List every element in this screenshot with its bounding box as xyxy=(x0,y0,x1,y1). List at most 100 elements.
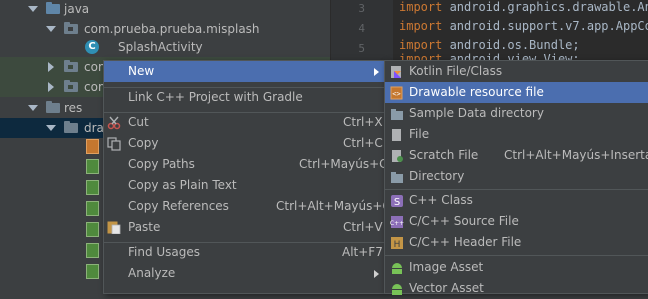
package-icon xyxy=(64,80,78,92)
menu-item-cut[interactable]: Cut Ctrl+X xyxy=(104,112,384,133)
menu-label: File xyxy=(409,127,430,141)
image-file-icon xyxy=(86,243,99,258)
line-number: 4 xyxy=(358,22,365,35)
android-icon xyxy=(392,284,402,295)
menu-item-new[interactable]: New xyxy=(104,61,384,82)
cpp-class-icon: S xyxy=(391,195,403,208)
menu-shortcut: Ctrl+Alt+Mayús+Insertar xyxy=(504,148,648,162)
image-file-icon xyxy=(86,180,99,195)
menu-item-scratch-file[interactable]: Scratch File Ctrl+Alt+Mayús+Insertar xyxy=(385,145,648,166)
svg-text:S: S xyxy=(394,197,400,208)
menu-item-image-asset[interactable]: Image Asset xyxy=(385,257,648,278)
menu-item-cpp-source[interactable]: C++ C/C++ Source File xyxy=(385,211,648,232)
collapse-arrow-icon[interactable] xyxy=(48,82,54,92)
menu-item-link-cpp[interactable]: Link C++ Project with Gradle xyxy=(104,87,384,108)
expand-arrow-icon[interactable] xyxy=(28,6,38,12)
menu-item-copy-paths[interactable]: Copy Paths Ctrl+Mayús+C xyxy=(104,154,388,175)
clipboard-icon xyxy=(107,221,121,234)
tree-label: res xyxy=(64,101,83,115)
svg-text:C++: C++ xyxy=(390,220,404,227)
tree-item-splash-activity[interactable]: C SplashActivity xyxy=(0,37,330,57)
tree-item-package[interactable]: com.prueba.prueba.misplash xyxy=(0,19,330,39)
menu-item-sample-data[interactable]: Sample Data directory xyxy=(385,103,648,124)
drawable-file-icon: <> xyxy=(390,86,403,100)
expand-arrow-icon[interactable] xyxy=(46,26,56,32)
cpp-source-icon: C++ xyxy=(390,216,404,228)
menu-label: Kotlin File/Class xyxy=(409,64,503,78)
menu-item-analyze[interactable]: Analyze xyxy=(104,263,384,284)
menu-item-cpp-class[interactable]: S C++ Class xyxy=(385,190,648,211)
menu-item-paste[interactable]: Paste Ctrl+V xyxy=(104,217,384,238)
folder-icon xyxy=(46,101,60,113)
menu-item-kotlin-file[interactable]: Kotlin File/Class xyxy=(385,61,648,82)
menu-label: Directory xyxy=(409,169,465,183)
menu-item-file[interactable]: File xyxy=(385,124,648,145)
expand-arrow-icon[interactable] xyxy=(46,125,56,131)
menu-item-find-usages[interactable]: Find Usages Alt+F7 xyxy=(104,242,384,263)
file-icon xyxy=(392,129,401,141)
new-submenu: Kotlin File/Class <> Drawable resource f… xyxy=(384,60,648,295)
menu-shortcut: Ctrl+Mayús+C xyxy=(299,157,388,171)
menu-item-copy-plain-text[interactable]: Copy as Plain Text xyxy=(104,175,384,196)
menu-label: New xyxy=(128,64,155,78)
menu-item-copy-references[interactable]: Copy References Ctrl+Alt+Mayús+C xyxy=(104,196,391,217)
menu-label: Drawable resource file xyxy=(409,85,544,99)
menu-label: Cut xyxy=(128,115,149,129)
menu-label: Copy as Plain Text xyxy=(128,178,237,192)
menu-shortcut: Alt+F7 xyxy=(342,245,383,259)
svg-text:<>: <> xyxy=(392,90,400,98)
menu-label: Find Usages xyxy=(128,245,201,259)
class-icon: C xyxy=(85,40,99,54)
arrow-overlay-icon xyxy=(104,43,112,51)
collapse-arrow-icon[interactable] xyxy=(48,62,54,72)
expand-arrow-icon[interactable] xyxy=(28,105,38,111)
code-line: import android.support.v7.app.AppCom xyxy=(399,19,648,33)
code-text: android.support.v7.app.AppCom xyxy=(442,19,648,33)
menu-item-directory[interactable]: Directory xyxy=(385,166,648,187)
code-text: android.graphics.drawable.Ani xyxy=(442,0,648,14)
kotlin-file-icon xyxy=(391,66,401,78)
context-menu: New Link C++ Project with Gradle Cut Ctr… xyxy=(103,60,391,294)
menu-item-drawable-resource[interactable]: <> Drawable resource file xyxy=(385,82,648,103)
image-file-icon xyxy=(86,264,99,279)
menu-shortcut: Ctrl+Alt+Mayús+C xyxy=(276,199,391,213)
menu-label: Image Asset xyxy=(409,260,484,274)
image-file-icon xyxy=(86,201,99,216)
menu-item-vector-asset[interactable]: Vector Asset xyxy=(385,278,648,299)
keyword: import xyxy=(399,19,443,33)
tree-item-java[interactable]: java xyxy=(0,0,330,19)
menu-label: Link C++ Project with Gradle xyxy=(128,90,303,104)
folder-icon xyxy=(46,2,60,14)
package-icon xyxy=(64,60,78,72)
submenu-arrow-icon xyxy=(374,270,379,278)
menu-shortcut: Ctrl+C xyxy=(343,136,383,150)
code-text: android.os.Bundle; xyxy=(442,38,580,52)
menu-shortcut: Ctrl+X xyxy=(343,115,383,129)
line-number: 5 xyxy=(358,42,365,55)
menu-label: Vector Asset xyxy=(409,281,484,295)
code-line: import android.graphics.drawable.Ani xyxy=(399,0,648,14)
copy-icon xyxy=(107,137,121,151)
menu-label: Copy Paths xyxy=(128,157,195,171)
line-number: 3 xyxy=(358,2,365,15)
menu-label: Copy References xyxy=(128,199,229,213)
menu-label: Scratch File xyxy=(409,148,479,162)
submenu-arrow-icon xyxy=(374,68,379,76)
menu-item-copy[interactable]: Copy Ctrl+C xyxy=(104,133,384,154)
keyword: import xyxy=(399,38,443,52)
menu-label: Analyze xyxy=(128,266,176,280)
package-icon xyxy=(64,22,78,34)
code-line: import android.os.Bundle; xyxy=(399,38,580,52)
folder-icon xyxy=(391,109,403,120)
tree-label: SplashActivity xyxy=(118,40,203,54)
menu-label: C/C++ Header File xyxy=(409,235,522,249)
android-icon xyxy=(392,263,402,274)
menu-item-cpp-header[interactable]: H C/C++ Header File xyxy=(385,232,648,253)
cpp-header-icon: H xyxy=(391,237,403,250)
menu-label: C++ Class xyxy=(409,193,473,207)
image-file-icon xyxy=(86,222,99,237)
menu-label: Copy xyxy=(128,136,159,150)
menu-shortcut: Ctrl+V xyxy=(343,220,383,234)
keyword: import xyxy=(399,0,443,14)
tree-label: java xyxy=(64,2,90,16)
